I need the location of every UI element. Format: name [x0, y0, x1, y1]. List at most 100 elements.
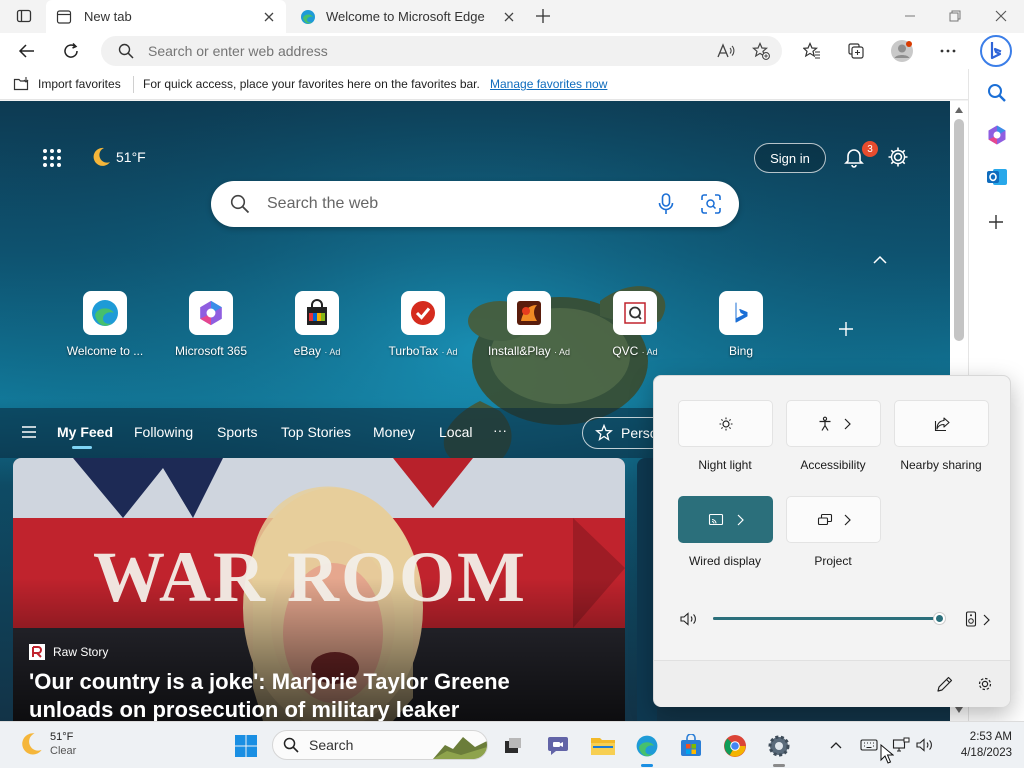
chevron-right-icon[interactable]: [843, 418, 851, 430]
tab-actions-icon[interactable]: [16, 8, 32, 24]
settings-more-icon[interactable]: [939, 42, 957, 60]
add-favorite-icon[interactable]: [752, 42, 770, 60]
volume-thumb[interactable]: [934, 613, 945, 624]
read-aloud-icon[interactable]: [717, 43, 735, 59]
new-tab-icon: [56, 9, 72, 25]
edit-pencil-icon[interactable]: [936, 675, 954, 693]
edge-taskbar-icon[interactable]: [634, 733, 660, 759]
tab-title: New tab: [84, 9, 132, 24]
accessibility-toggle[interactable]: [786, 400, 881, 447]
feed-tab-my-feed[interactable]: My Feed: [57, 424, 113, 440]
import-favorites-button[interactable]: Import favorites: [13, 76, 121, 92]
visual-search-icon[interactable]: [701, 194, 721, 214]
tab-welcome-edge[interactable]: Welcome to Microsoft Edge: [290, 0, 526, 33]
scroll-up-icon[interactable]: [955, 107, 963, 113]
sidebar-office-icon[interactable]: [986, 124, 1008, 146]
sidebar-outlook-icon[interactable]: [986, 166, 1008, 188]
quick-link-turbotax[interactable]: TurboTax · Ad: [377, 291, 469, 358]
chevron-right-icon[interactable]: [982, 614, 990, 626]
quick-link-label: Microsoft 365: [174, 344, 248, 358]
address-bar[interactable]: [101, 36, 782, 66]
start-button-icon[interactable]: [233, 733, 259, 759]
quick-link-microsoft-365[interactable]: Microsoft 365: [165, 291, 257, 358]
add-quick-link-icon[interactable]: [838, 321, 854, 337]
collections-icon[interactable]: [847, 42, 865, 60]
page-settings-gear-icon[interactable]: [887, 146, 909, 168]
feed-tab-sports[interactable]: Sports: [217, 424, 257, 440]
show-hidden-icons-chevron-icon[interactable]: [830, 741, 842, 749]
chevron-right-icon[interactable]: [736, 514, 744, 526]
nearby-sharing-toggle[interactable]: [894, 400, 989, 447]
news-card[interactable]: WAR ROOM Raw Story 'Our country is a jok…: [13, 458, 625, 721]
refresh-icon[interactable]: [62, 42, 80, 60]
quick-link-label: TurboTax: [388, 344, 439, 358]
clock-date: 4/18/2023: [960, 747, 1012, 759]
sidebar-search-icon[interactable]: [987, 83, 1007, 103]
bing-chat-icon[interactable]: [979, 34, 1013, 68]
project-toggle[interactable]: [786, 496, 881, 543]
quick-link-ebay[interactable]: eBay · Ad: [271, 291, 363, 358]
settings-app-icon[interactable]: [766, 733, 792, 759]
audio-output-icon[interactable]: [965, 611, 977, 627]
tab-title: Welcome to Microsoft Edge: [326, 9, 485, 24]
all-settings-gear-icon[interactable]: [976, 675, 994, 693]
restore-icon[interactable]: [948, 9, 962, 23]
wired-display-toggle[interactable]: [678, 496, 773, 543]
volume-slider[interactable]: [713, 613, 945, 625]
address-input[interactable]: [148, 36, 708, 66]
feed-menu-icon[interactable]: [22, 426, 36, 438]
microsoft-store-icon[interactable]: [678, 733, 704, 759]
display-network-icon[interactable]: [892, 737, 910, 753]
night-light-icon: [718, 416, 734, 432]
microphone-icon[interactable]: [658, 193, 674, 215]
night-light-toggle[interactable]: [678, 400, 773, 447]
weather-temperature: 51°F: [116, 149, 146, 165]
close-window-icon[interactable]: [994, 9, 1008, 23]
chevron-right-icon[interactable]: [843, 514, 851, 526]
sidebar-add-icon[interactable]: [988, 214, 1004, 230]
close-icon[interactable]: [262, 10, 276, 24]
feed-tab-top-stories[interactable]: Top Stories: [281, 424, 351, 440]
quick-link-qvc[interactable]: QVC · Ad: [589, 291, 681, 358]
sign-in-button[interactable]: Sign in: [754, 143, 826, 173]
file-explorer-icon[interactable]: [590, 733, 616, 759]
keyboard-icon[interactable]: [860, 738, 878, 752]
chrome-icon[interactable]: [722, 733, 748, 759]
feed-more-button[interactable]: ···: [493, 422, 507, 438]
scroll-down-icon[interactable]: [955, 707, 963, 713]
volume-fill: [713, 617, 940, 620]
quick-link-welcome[interactable]: Welcome to ...: [59, 291, 151, 358]
search-icon: [283, 737, 299, 753]
volume-icon[interactable]: [680, 612, 698, 626]
accessibility-label: Accessibility: [800, 458, 866, 472]
back-icon[interactable]: [18, 42, 36, 60]
new-tab-plus-icon[interactable]: [535, 8, 551, 24]
feed-tab-money[interactable]: Money: [373, 424, 415, 440]
web-search-box[interactable]: Search the web: [211, 181, 739, 227]
profile-avatar[interactable]: [891, 40, 913, 62]
manage-favorites-link[interactable]: Manage favorites now: [490, 77, 607, 91]
close-icon[interactable]: [502, 10, 516, 24]
ad-marker: · Ad: [441, 347, 458, 357]
news-headline[interactable]: 'Our country is a joke': Marjorie Taylor…: [29, 668, 510, 721]
taskbar-volume-icon[interactable]: [916, 738, 934, 752]
favorites-icon[interactable]: [803, 42, 821, 60]
quick-link-install-play[interactable]: Install&Play · Ad: [483, 291, 575, 358]
task-view-icon[interactable]: [500, 733, 526, 759]
quick-link-bing[interactable]: Bing: [695, 291, 787, 358]
accessibility-icon: [817, 416, 833, 432]
feed-tab-local[interactable]: Local: [439, 424, 472, 440]
teams-chat-icon[interactable]: [545, 733, 571, 759]
tab-new-tab[interactable]: New tab: [46, 0, 286, 33]
news-source[interactable]: Raw Story: [29, 644, 108, 660]
clock[interactable]: 2:53 AM 4/18/2023: [946, 729, 1012, 761]
collapse-chevron-up-icon[interactable]: [873, 255, 887, 265]
taskbar-weather[interactable]: 51°F Clear: [18, 730, 76, 758]
minimize-icon[interactable]: [903, 9, 917, 23]
scroll-thumb[interactable]: [954, 119, 964, 341]
quick-link-label: Bing: [728, 344, 754, 358]
apps-grid-icon[interactable]: [42, 148, 62, 168]
weather-widget[interactable]: 51°F: [90, 146, 146, 168]
feed-tab-following[interactable]: Following: [134, 424, 193, 440]
taskbar-search-box[interactable]: Search: [272, 730, 488, 760]
